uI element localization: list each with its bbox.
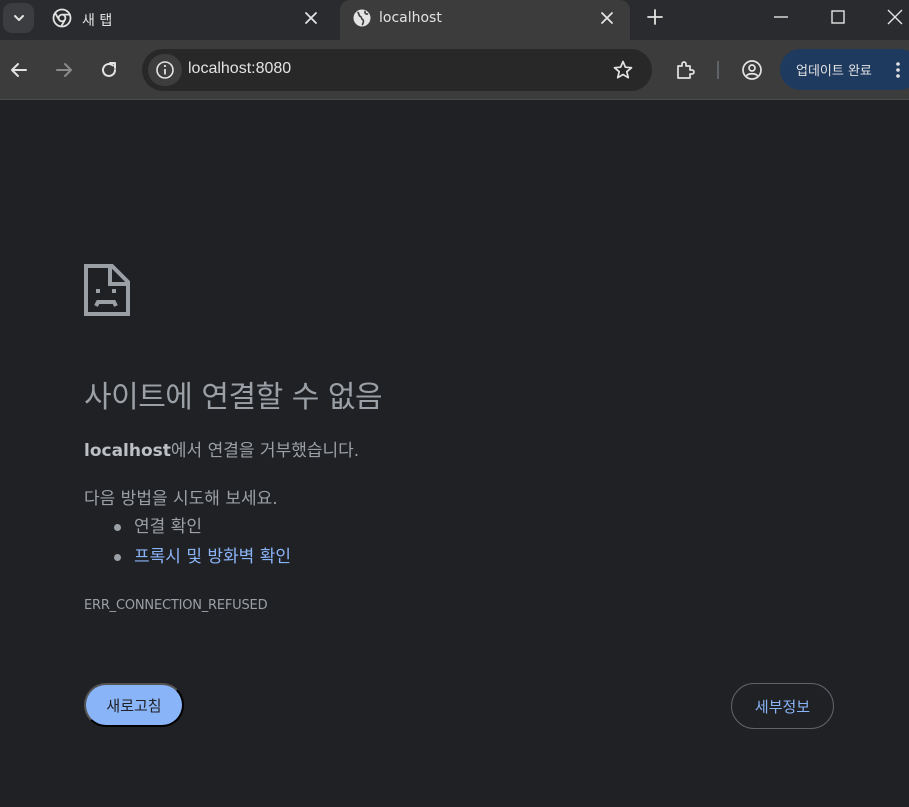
window-close-icon[interactable] bbox=[884, 6, 906, 28]
list-item: 연결 확인 bbox=[112, 512, 291, 542]
error-host: localhost bbox=[84, 441, 171, 461]
browser-toolbar: localhost:8080 업데이트 완료 bbox=[0, 40, 909, 100]
chrome-icon bbox=[52, 8, 72, 28]
error-description-text: 에서 연결을 거부했습니다. bbox=[170, 441, 360, 461]
tab-title: 새 탭 bbox=[82, 13, 113, 29]
new-tab-plus-icon[interactable] bbox=[644, 6, 666, 28]
site-info-button[interactable] bbox=[148, 54, 182, 86]
profile-avatar-icon[interactable] bbox=[741, 59, 763, 81]
url-text[interactable]: localhost:8080 bbox=[188, 60, 291, 78]
error-code: ERR_CONNECTION_REFUSED bbox=[84, 598, 268, 613]
reload-icon[interactable] bbox=[98, 59, 120, 81]
tab-search-button[interactable] bbox=[3, 3, 34, 33]
back-arrow-icon[interactable] bbox=[8, 59, 30, 81]
tab-strip: 새 탭 localhost bbox=[0, 0, 909, 40]
chevron-down-icon bbox=[13, 15, 24, 21]
reload-button[interactable]: 새로고침 bbox=[84, 683, 184, 727]
info-icon bbox=[156, 61, 174, 79]
suggestion-check-connection: 연결 확인 bbox=[134, 517, 202, 537]
tab-title: localhost bbox=[379, 10, 442, 26]
error-heading: 사이트에 연결할 수 없음 bbox=[84, 380, 383, 415]
sad-document-icon bbox=[84, 264, 130, 316]
forward-arrow-icon[interactable] bbox=[53, 59, 75, 81]
update-button[interactable]: 업데이트 완료 bbox=[780, 49, 909, 90]
more-menu-icon bbox=[896, 62, 900, 78]
suggestion-list: 연결 확인 프록시 및 방화벽 확인 bbox=[112, 512, 291, 572]
details-button[interactable]: 세부정보 bbox=[731, 683, 834, 729]
update-button-label: 업데이트 완료 bbox=[796, 64, 872, 79]
address-bar[interactable]: localhost:8080 bbox=[142, 49, 652, 91]
bookmark-star-icon[interactable] bbox=[612, 59, 634, 81]
error-description: localhost에서 연결을 거부했습니다. bbox=[84, 436, 359, 461]
maximize-icon[interactable] bbox=[827, 6, 849, 28]
globe-icon bbox=[353, 9, 371, 27]
tab-new-tab[interactable]: 새 탭 bbox=[40, 0, 334, 40]
tab-localhost[interactable]: localhost bbox=[340, 0, 630, 40]
close-icon[interactable] bbox=[598, 9, 616, 27]
suggestion-proxy-firewall-link[interactable]: 프록시 및 방화벽 확인 bbox=[134, 547, 291, 567]
list-item: 프록시 및 방화벽 확인 bbox=[112, 542, 291, 572]
close-icon[interactable] bbox=[302, 9, 320, 27]
extensions-puzzle-icon[interactable] bbox=[674, 59, 696, 81]
minimize-icon[interactable] bbox=[770, 6, 792, 28]
suggestion-intro: 다음 방법을 시도해 보세요. bbox=[84, 489, 278, 509]
toolbar-divider bbox=[717, 61, 719, 79]
